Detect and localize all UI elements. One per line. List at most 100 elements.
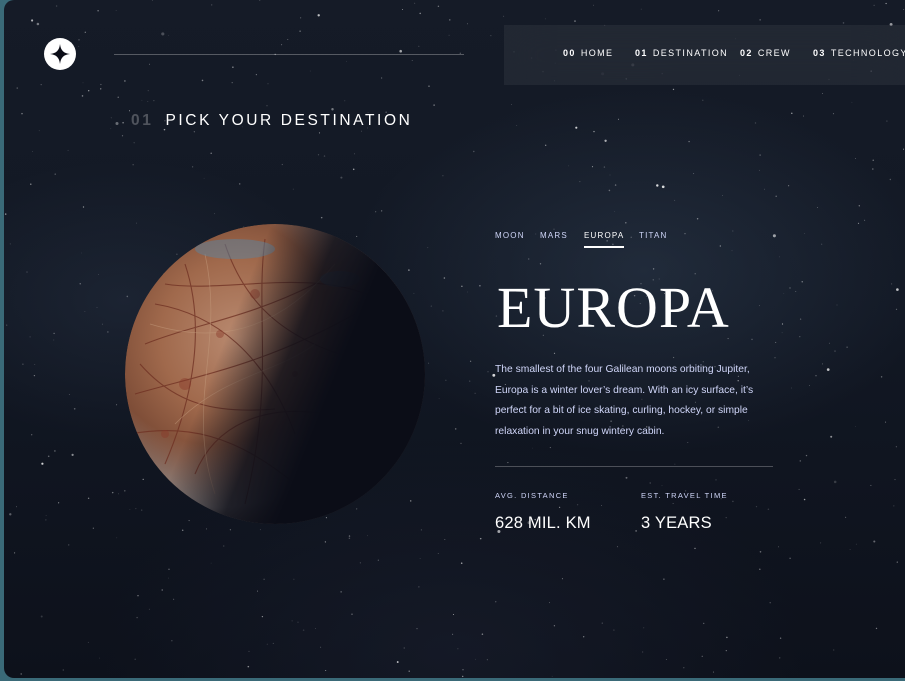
star-dot: [759, 568, 761, 571]
star-dot: [490, 35, 492, 37]
star-dot: [4, 213, 7, 215]
star-dot: [822, 363, 823, 365]
star-dot: [418, 45, 420, 47]
star-dot: [846, 346, 848, 348]
star-dot: [136, 616, 138, 619]
star-dot: [6, 324, 8, 326]
star-dot: [507, 462, 509, 464]
star-dot: [96, 307, 98, 308]
star-dot: [462, 669, 464, 671]
star-dot: [702, 99, 704, 102]
star-dot: [591, 166, 594, 168]
main-nav: 00 HOME 01 DESTINATION 02 CREW 03 TECHNOLOGY: [504, 25, 905, 85]
star-dot: [351, 613, 353, 616]
star-dot: [718, 10, 720, 12]
star-dot: [117, 96, 119, 98]
star-dot: [287, 39, 289, 40]
star-dot: [842, 22, 845, 24]
star-dot: [430, 305, 432, 307]
star-dot: [437, 5, 440, 8]
star-dot: [299, 30, 301, 32]
tab-moon[interactable]: MOON: [495, 231, 525, 246]
star-dot: [346, 60, 347, 62]
star-dot: [324, 541, 327, 543]
star-dot: [549, 602, 550, 604]
star-dot: [574, 20, 576, 22]
nav-number: 03: [813, 48, 826, 58]
star-dot: [601, 505, 602, 506]
star-dot: [873, 4, 875, 6]
star-dot: [457, 648, 459, 650]
star-dot: [58, 502, 60, 504]
star-dot: [110, 128, 112, 130]
star-dot: [116, 537, 118, 539]
star-dot: [84, 31, 86, 33]
star-logo-icon[interactable]: [44, 38, 76, 70]
star-dot: [300, 17, 302, 19]
star-dot: [87, 641, 89, 643]
star-dot: [609, 174, 611, 176]
nav-item-home[interactable]: 00 HOME: [563, 25, 613, 83]
star-dot: [414, 2, 416, 4]
star-dot: [593, 4, 595, 6]
nav-item-crew[interactable]: 02 CREW: [740, 25, 791, 83]
star-dot: [479, 537, 482, 540]
nav-item-destination[interactable]: 01 DESTINATION: [635, 25, 728, 83]
star-dot: [503, 15, 505, 17]
tab-titan[interactable]: TITAN: [639, 231, 668, 246]
star-dot: [481, 633, 484, 635]
star-dot: [433, 104, 435, 106]
star-dot: [340, 591, 342, 593]
star-dot: [795, 291, 797, 292]
star-dot: [895, 308, 898, 310]
star-dot: [408, 670, 410, 672]
star-dot: [672, 503, 674, 505]
star-dot: [452, 613, 455, 616]
star-dot: [281, 163, 283, 166]
star-dot: [822, 93, 823, 94]
tab-mars[interactable]: MARS: [540, 231, 568, 246]
star-dot: [352, 168, 355, 171]
star-dot: [858, 205, 860, 207]
star-dot: [815, 375, 817, 377]
star-dot: [722, 195, 723, 196]
star-dot: [320, 646, 322, 648]
star-dot: [833, 649, 835, 651]
star-dot: [870, 484, 872, 486]
star-dot: [121, 135, 124, 137]
star-dot: [40, 615, 43, 618]
page-title-text: PICK YOUR DESTINATION: [165, 112, 413, 129]
star-dot: [495, 601, 497, 603]
star-dot: [84, 311, 86, 312]
star-dot: [479, 285, 481, 287]
destination-name: EUROPA: [497, 275, 730, 340]
star-dot: [9, 243, 11, 245]
star-dot: [885, 2, 887, 5]
nav-item-technology[interactable]: 03 TECHNOLOGY: [813, 25, 905, 83]
star-dot: [849, 549, 851, 550]
star-dot: [532, 447, 533, 449]
star-dot: [229, 529, 232, 531]
star-dot: [344, 100, 346, 102]
tab-europa[interactable]: EUROPA: [584, 231, 625, 248]
star-dot: [377, 559, 379, 561]
star-dot: [67, 544, 70, 546]
star-dot: [902, 148, 905, 150]
star-dot: [731, 250, 733, 252]
star-dot: [642, 651, 644, 653]
star-dot: [693, 173, 695, 175]
star-dot: [656, 184, 659, 187]
star-dot: [688, 140, 690, 143]
star-dot: [367, 535, 368, 537]
star-dot: [833, 480, 837, 484]
star-dot: [16, 506, 17, 508]
star-dot: [201, 79, 204, 82]
star-dot: [81, 95, 84, 97]
star-dot: [601, 622, 603, 624]
star-dot: [71, 453, 74, 457]
star-dot: [297, 621, 299, 623]
page-title-number: 01: [131, 112, 154, 129]
star-dot: [608, 189, 611, 192]
distance-label: AVG. DISTANCE: [495, 491, 569, 500]
star-dot: [331, 107, 334, 111]
